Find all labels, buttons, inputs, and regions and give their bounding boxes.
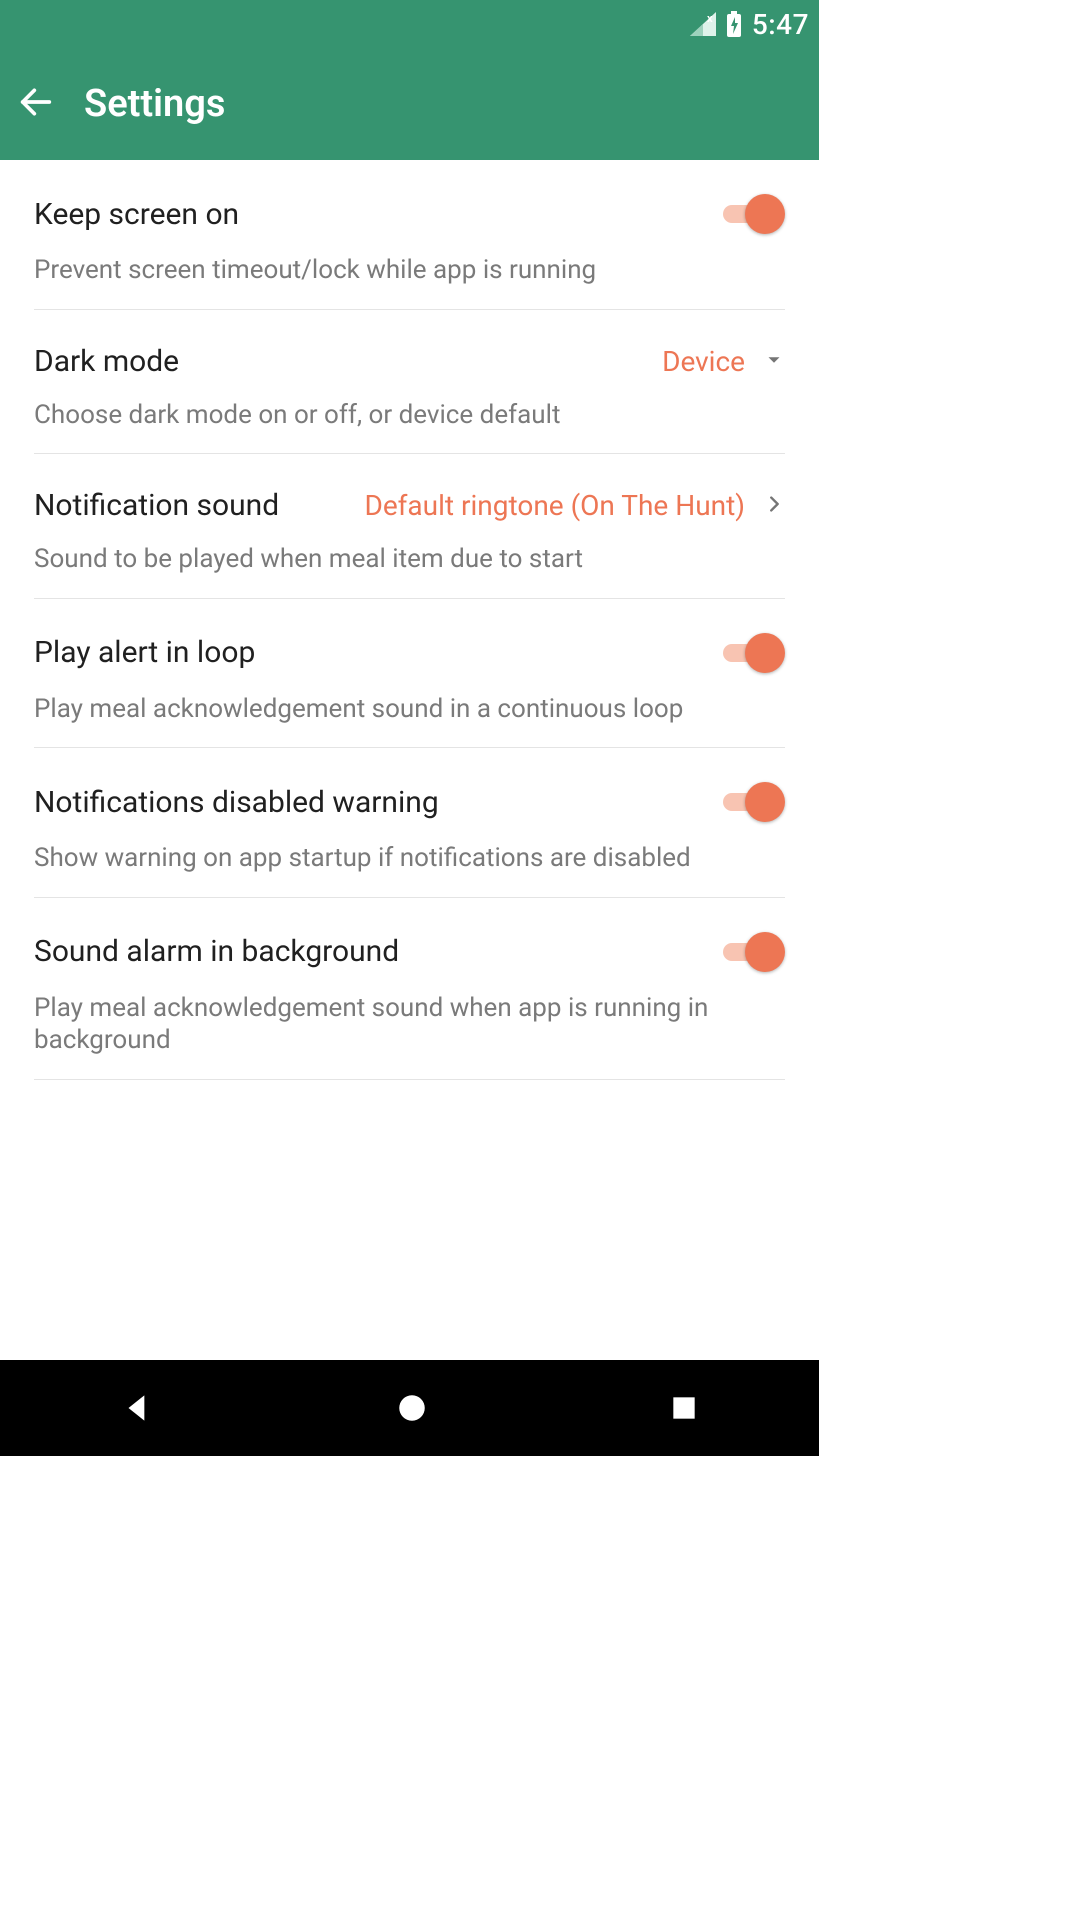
- nav-back-icon[interactable]: [119, 1389, 157, 1427]
- setting-title: Notifications disabled warning: [34, 785, 439, 820]
- notification-sound-value: Default ringtone (On The Hunt): [364, 489, 745, 522]
- caret-down-icon: [763, 345, 785, 378]
- toggle-keep-screen-on[interactable]: [723, 194, 785, 234]
- setting-sound-alarm-background[interactable]: Sound alarm in background Play meal ackn…: [34, 898, 785, 1080]
- setting-subtitle: Choose dark mode on or off, or device de…: [34, 399, 785, 432]
- dark-mode-dropdown[interactable]: Device: [662, 345, 785, 378]
- setting-notifications-disabled-warning[interactable]: Notifications disabled warning Show warn…: [34, 748, 785, 898]
- nav-recent-icon[interactable]: [668, 1392, 700, 1424]
- app-bar: Settings: [0, 48, 819, 160]
- page-title: Settings: [84, 82, 225, 126]
- battery-charging-icon: [726, 11, 742, 37]
- setting-title: Play alert in loop: [34, 635, 255, 670]
- system-nav-bar: [0, 1360, 819, 1456]
- screen: x 5:47 Settings Keep screen on: [0, 0, 819, 1456]
- notification-sound-link[interactable]: Default ringtone (On The Hunt): [364, 489, 785, 522]
- setting-title: Notification sound: [34, 488, 279, 523]
- setting-subtitle: Play meal acknowledgement sound when app…: [34, 992, 785, 1057]
- toggle-sound-alarm-background[interactable]: [723, 932, 785, 972]
- signal-icon: x: [690, 12, 716, 36]
- setting-title: Sound alarm in background: [34, 934, 399, 969]
- setting-keep-screen-on[interactable]: Keep screen on Prevent screen timeout/lo…: [34, 160, 785, 310]
- svg-text:x: x: [707, 12, 713, 25]
- status-clock: 5:47: [752, 8, 809, 41]
- status-bar: x 5:47: [0, 0, 819, 48]
- setting-subtitle: Play meal acknowledgement sound in a con…: [34, 693, 785, 726]
- chevron-right-icon: [763, 489, 785, 522]
- setting-title: Dark mode: [34, 344, 179, 379]
- nav-home-icon[interactable]: [395, 1391, 429, 1425]
- toggle-play-alert-loop[interactable]: [723, 633, 785, 673]
- setting-dark-mode[interactable]: Dark mode Device Choose dark mode on or …: [34, 310, 785, 455]
- toggle-notifications-disabled-warning[interactable]: [723, 782, 785, 822]
- setting-notification-sound[interactable]: Notification sound Default ringtone (On …: [34, 454, 785, 599]
- setting-subtitle: Sound to be played when meal item due to…: [34, 543, 785, 576]
- setting-subtitle: Prevent screen timeout/lock while app is…: [34, 254, 785, 287]
- setting-subtitle: Show warning on app startup if notificat…: [34, 842, 785, 875]
- dark-mode-value: Device: [662, 345, 745, 378]
- setting-title: Keep screen on: [34, 197, 239, 232]
- setting-play-alert-loop[interactable]: Play alert in loop Play meal acknowledge…: [34, 599, 785, 749]
- settings-list[interactable]: Keep screen on Prevent screen timeout/lo…: [0, 160, 819, 1360]
- back-icon[interactable]: [16, 82, 56, 126]
